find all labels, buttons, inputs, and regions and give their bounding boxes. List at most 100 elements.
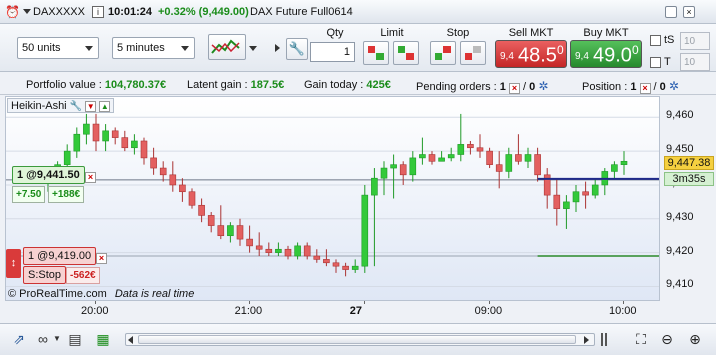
candlestick-chart[interactable] [6,97,659,300]
expand-panel-icon[interactable] [275,44,280,52]
candle [83,123,90,135]
buy-mkt-label: Buy MKT [583,27,629,39]
zoom-out-icon[interactable]: ⊖ [658,330,676,348]
candle [255,245,263,250]
position-pnl-points: +7.50 [12,186,46,203]
y-tick-label: 9,450 [666,143,694,156]
stop-buy-button[interactable] [430,41,456,65]
scroll-right-arrow[interactable] [584,336,589,344]
wrench-icon[interactable]: 🔧 [70,101,82,112]
cancel-orders-icon[interactable]: × [508,83,520,94]
interval-select[interactable]: 5 minutes [112,37,195,59]
time-axis[interactable]: 20:00 21:00 27 09:00 10:00 [5,301,660,321]
zoom-fit-icon[interactable]: ⛶ [632,330,650,348]
symbol-label[interactable]: DAXXXXX [33,6,85,18]
candle [294,245,301,257]
chevron-down-icon[interactable]: ▼ [48,330,66,348]
close-position-line-icon[interactable]: × [85,172,96,183]
close-icon[interactable]: × [683,6,695,18]
candle [428,154,436,162]
units-select[interactable]: 50 units [17,37,99,59]
limit-sell-button[interactable] [363,41,389,65]
interval-select-value: 5 minutes [117,42,165,54]
x-tick-mark [488,301,490,304]
scroll-thumb[interactable] [138,335,576,344]
stop-buy-icon [435,46,451,60]
qty-input[interactable]: 1 [310,42,355,62]
candle [140,140,148,159]
stop-label: Stop [446,27,470,39]
candle [572,191,580,203]
window-restore-icon[interactable] [665,6,677,18]
alert-icon[interactable]: ⏰ [5,5,20,19]
drag-order-icon[interactable]: ↕ [6,249,21,278]
target-input[interactable]: 10 [680,53,710,71]
buy-market-button[interactable]: 9,4 49.00 [570,40,642,68]
latent-gain: Latent gain : 187.5€ [187,79,284,91]
chevron-down-icon[interactable] [249,46,257,51]
add-indicator-icon[interactable]: ▲ [99,101,111,112]
price-axis[interactable]: 9,4109,4209,4309,4409,4509,460 [660,96,716,301]
trailing-stop-checkbox[interactable] [650,35,661,46]
qty-label: Qty [326,27,344,39]
sell-market-button[interactable]: 9,4 48.50 [495,40,567,68]
bottom-toolbar: ⇗ ∞ ▼ ▤ ▦ ⛶ ⊖ ⊕ [0,323,716,355]
today-label: Gain today : [304,79,364,91]
scroll-end-marker[interactable] [601,333,607,346]
trailing-stop-input[interactable]: 10 [680,32,710,50]
candle [351,265,359,270]
candle [92,123,100,142]
candle [188,191,196,206]
position-count: 1 [630,81,637,93]
wrench-button[interactable]: 🔧 [286,38,308,60]
scroll-left-arrow[interactable] [128,336,133,344]
candle [198,204,205,216]
stop-sell-button[interactable] [460,41,486,65]
cancel-stop-icon[interactable]: × [96,253,107,264]
price-change: +0.32% (9,449.00) [158,6,249,18]
candle [332,262,340,267]
chart-scrollbar[interactable] [125,333,595,346]
limit-buy-icon [398,46,414,60]
chevron-down-icon[interactable] [23,9,31,14]
current-price-label: 9,447.38 [664,156,714,170]
limit-buy-button[interactable] [393,41,419,65]
candle [611,164,618,172]
candle [159,167,167,176]
candle [179,184,186,193]
y-tick-label: 9,460 [666,109,694,122]
chart-plot-area[interactable]: Heikin-Ashi 🔧 ▼ ▲ 1 @9,441.50 × +7.50 +1… [5,96,660,301]
pending-count-b: 0 [529,81,536,93]
remove-indicator-icon[interactable]: ▼ [85,101,97,112]
pending-orders: Pending orders : 1 × / 0 ✲ [416,79,549,94]
candle [486,150,493,165]
indicators-button[interactable] [208,34,246,60]
close-position-icon[interactable]: × [639,83,651,94]
template-icon[interactable]: ▦ [94,330,112,348]
document-icon[interactable]: ▤ [66,330,84,348]
indicator-name[interactable]: Heikin-Ashi [11,100,67,112]
candle [169,174,177,186]
chart-indicator-icon [211,39,240,54]
candle [399,164,407,176]
gear-icon[interactable]: ✲ [538,79,548,93]
target-checkbox[interactable] [650,57,661,68]
candle [63,150,71,165]
zoom-in-icon[interactable]: ⊕ [686,330,704,348]
gear-icon[interactable]: ✲ [669,79,679,93]
candle [515,154,522,162]
stop-order-label[interactable]: 1 @9,419.00 [23,247,97,265]
price-chart[interactable]: Heikin-Ashi 🔧 ▼ ▲ 1 @9,441.50 × +7.50 +1… [0,96,716,321]
position-pnl-euro: +188€ [48,186,85,203]
position-line-label[interactable]: 1 @9,441.50 [12,166,85,184]
candle [467,144,474,149]
info-icon[interactable]: i [92,6,104,18]
candle [524,154,532,162]
candle [361,194,369,267]
pnl-points-value: +7.50 [16,189,42,200]
today-amount: 425€ [366,79,391,91]
export-icon[interactable]: ⇗ [10,330,28,348]
candle [620,160,628,165]
buy-price-main: 49.00 [593,43,639,67]
chevron-down-icon [85,46,93,51]
